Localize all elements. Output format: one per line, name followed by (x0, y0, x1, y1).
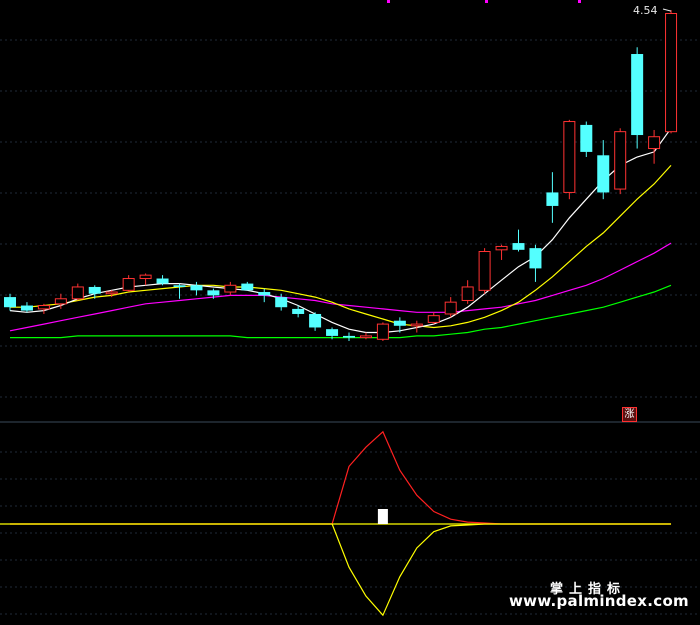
candle-body-up (444, 301, 457, 315)
candle-body-down (156, 278, 169, 284)
candle-body-down (529, 248, 542, 269)
top-marker (387, 0, 390, 3)
candle-body-down (580, 124, 593, 152)
candle-body-up (71, 286, 84, 300)
candle-body-down (292, 308, 305, 314)
candle-body-up (563, 121, 576, 193)
candlestick-chart (0, 0, 700, 617)
candle-body-up (648, 136, 661, 150)
max-pointer (662, 8, 672, 12)
candle-body-up (495, 245, 508, 251)
candle-body-up (410, 323, 423, 327)
candle-body-down (4, 297, 16, 308)
candle-body-up (665, 13, 678, 133)
candle-body-down (207, 290, 220, 296)
candle-body-down (20, 305, 33, 311)
candle-body-up (478, 251, 491, 291)
signal-badge: 涨 (622, 407, 637, 422)
candle-body-up (139, 274, 152, 280)
top-marker (578, 0, 581, 3)
candle-body-down (309, 313, 322, 328)
watermark-url: www.palmindex.com (509, 592, 689, 610)
candle-body-down (190, 285, 203, 291)
top-marker (485, 0, 488, 3)
candle-body-down (326, 329, 339, 336)
max-price-label: 4.54 (633, 4, 658, 17)
candle-body-down (275, 297, 288, 308)
candle-body-down (512, 243, 525, 250)
candle-body-up (105, 291, 118, 295)
candle-body-up (122, 278, 135, 291)
candle-body-up (224, 284, 237, 293)
candle-body-down (343, 335, 355, 338)
candle-body-up (359, 335, 372, 339)
osc-signal-marker (377, 509, 388, 524)
candle-body-down (88, 286, 101, 294)
chart-stage: 4.54 涨 掌上指标 www.palmindex.com (0, 0, 700, 625)
candle-body-down (173, 285, 186, 287)
osc-upper-line (10, 430, 671, 525)
candle-body-down (393, 320, 406, 326)
ma20-line (9, 242, 672, 332)
candle-body-down (241, 283, 254, 291)
candle-body-down (597, 155, 610, 193)
candle-body-up (54, 298, 67, 305)
candle-body-down (546, 192, 559, 206)
candle-body-down (631, 54, 644, 136)
candle-body-down (258, 292, 271, 296)
candle-body-up (37, 305, 50, 310)
candle-body-up (461, 286, 474, 301)
candle-body-up (376, 323, 389, 340)
candle-body-up (427, 315, 440, 323)
candle-body-up (614, 131, 627, 190)
